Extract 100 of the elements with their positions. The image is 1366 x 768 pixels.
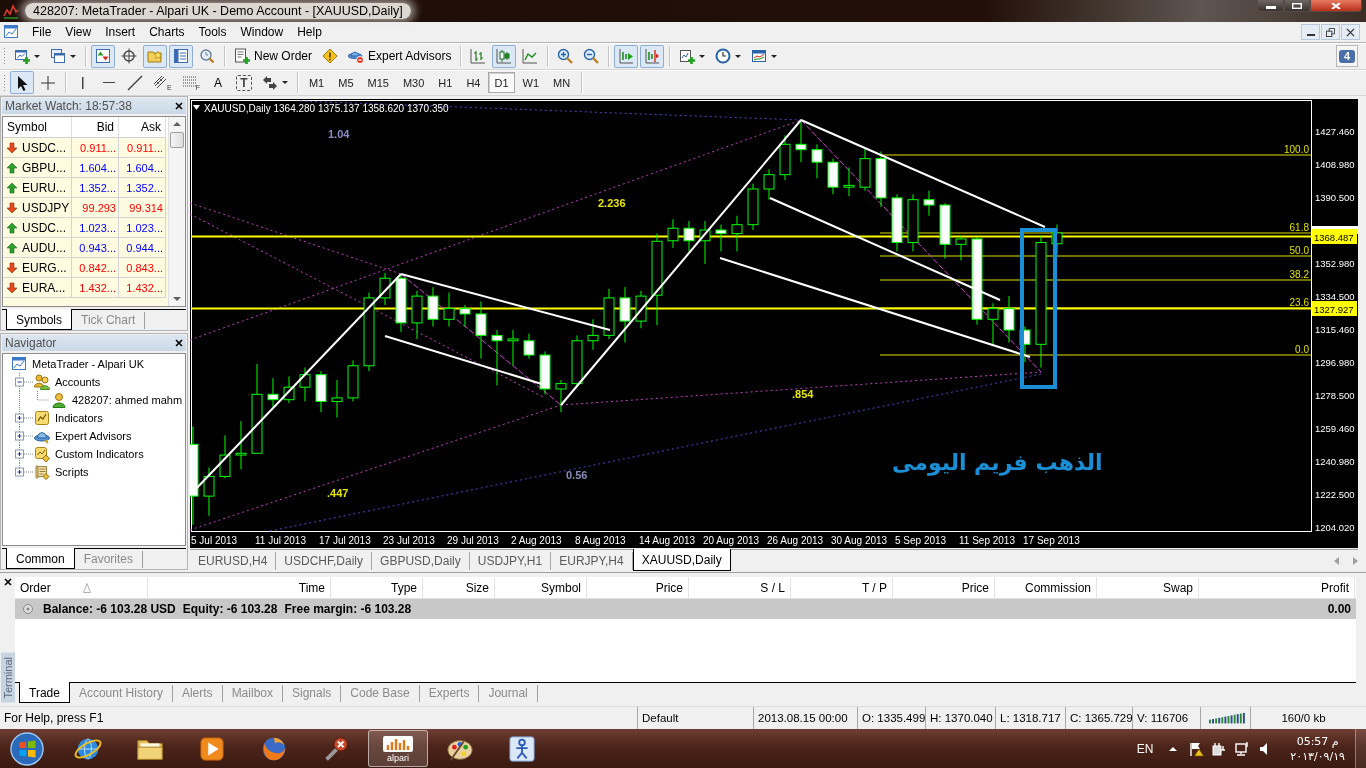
dropdown-triangle-icon[interactable]: [193, 105, 200, 110]
flag-warning-icon[interactable]: [1188, 740, 1205, 757]
timeframe-button[interactable]: M15: [361, 72, 395, 93]
tab[interactable]: Symbols: [6, 309, 72, 330]
balance-row[interactable]: Balance: -6 103.28 USD Equity: -6 103.28 Free margin: -6 103.28 0.00: [15, 599, 1356, 619]
maximize-button[interactable]: [1284, 0, 1310, 12]
timeframe-button[interactable]: M1: [302, 72, 331, 93]
chart-window-icon[interactable]: [3, 24, 19, 40]
market-watch-button[interactable]: [91, 44, 115, 68]
timeframe-button[interactable]: M5: [332, 72, 360, 93]
quote-row[interactable]: GBPU... 1.604... 1.604...: [3, 158, 168, 178]
timeframe-button[interactable]: H4: [460, 72, 487, 93]
candlestick-chart-icon: [496, 48, 513, 64]
chart-play-icon: [618, 48, 635, 64]
menu-item[interactable]: File: [25, 23, 59, 41]
column-header[interactable]: Price: [893, 577, 995, 598]
close-window-button[interactable]: [1310, 0, 1362, 12]
caret-up-icon[interactable]: [1169, 746, 1178, 751]
column-header[interactable]: Price: [587, 577, 689, 598]
fibonacci-level-label: 23.6: [1289, 297, 1309, 308]
text-label-tool-button[interactable]: T: [235, 74, 252, 91]
tab[interactable]: Trade: [19, 682, 70, 703]
text-tool-button[interactable]: A: [205, 71, 230, 94]
plus-box-icon[interactable]: [15, 409, 33, 427]
quote-row[interactable]: EURU... 1.352... 1.352...: [3, 178, 168, 198]
quote-row[interactable]: EURG... 0.842... 0.843...: [3, 258, 168, 278]
plus-box-icon[interactable]: [15, 427, 33, 445]
tree-item[interactable]: MetaTrader - Alpari UK: [32, 358, 145, 370]
close-chart-button[interactable]: [1341, 24, 1360, 40]
quote-row[interactable]: USDC... 0.911... 0.911...: [3, 138, 168, 158]
quote-row[interactable]: AUDU... 0.943... 0.944...: [3, 238, 168, 258]
circle-icon: [23, 604, 33, 614]
chart-tab[interactable]: GBPUSD,Daily: [372, 552, 470, 570]
terminal-button[interactable]: [169, 44, 193, 68]
auto-scroll-button[interactable]: [614, 44, 639, 68]
column-header[interactable]: Size: [423, 577, 495, 598]
restore-button[interactable]: [1321, 24, 1340, 40]
close-button[interactable]: [1, 576, 14, 588]
column-header[interactable]: Commission: [995, 577, 1097, 598]
taskbar-button[interactable]: alpari: [368, 730, 428, 767]
plus-box-icon[interactable]: [15, 445, 33, 463]
quote-row[interactable]: EURA... 1.432... 1.432...: [3, 278, 168, 298]
power-plug-icon[interactable]: [1211, 740, 1228, 757]
tree-item[interactable]: Accounts: [55, 376, 101, 388]
scrollbar-thumb[interactable]: [170, 132, 184, 148]
column-header[interactable]: Order: [15, 577, 148, 598]
chart-tab[interactable]: XAUUSD,Daily: [632, 549, 731, 571]
column-header[interactable]: Swap: [1097, 577, 1199, 598]
menu-item[interactable]: View: [58, 23, 99, 41]
candle: [907, 193, 919, 252]
tree-item[interactable]: Indicators: [55, 412, 103, 424]
chart-tab[interactable]: EURUSD,H4: [190, 552, 277, 570]
chart-tab[interactable]: USDCHF,Daily: [276, 552, 373, 570]
menu-item[interactable]: Tools: [191, 23, 234, 41]
column-header[interactable]: Type: [331, 577, 423, 598]
candle: [459, 304, 471, 327]
date-axis-label: 30 Aug 2013: [831, 535, 888, 546]
chart-tab[interactable]: EURJPY,H4: [551, 552, 633, 570]
stick-figure-icon: [507, 733, 537, 764]
minimize-button[interactable]: [1257, 0, 1284, 12]
show-desktop-button[interactable]: [1355, 729, 1366, 768]
language-indicator[interactable]: EN: [1136, 741, 1154, 756]
chart-tab[interactable]: USDJPY,H1: [469, 552, 552, 570]
vertical-scrollbar[interactable]: [168, 117, 185, 306]
tree-item[interactable]: Custom Indicators: [55, 448, 144, 460]
column-header[interactable]: T / P: [791, 577, 893, 598]
column-header[interactable]: Symbol: [495, 577, 587, 598]
menu-item[interactable]: Help: [290, 23, 329, 41]
candlestick-button[interactable]: [492, 44, 517, 68]
menu-item[interactable]: Window: [233, 23, 291, 41]
quote-row[interactable]: USDC... 1.023... 1.023...: [3, 218, 168, 238]
timeframe-button[interactable]: MN: [547, 72, 577, 93]
timeframe-button[interactable]: M30: [396, 72, 431, 93]
column-header[interactable]: S / L: [689, 577, 791, 598]
expert-advisors-button[interactable]: Expert Advisors: [344, 44, 456, 68]
candle: [331, 379, 343, 419]
clock-button[interactable]: 05:57 م ٢٠١٣/٠٩/١٩: [1288, 733, 1347, 764]
tree-item[interactable]: Scripts: [55, 466, 89, 478]
timeframe-button[interactable]: D1: [488, 72, 515, 93]
date-axis-label: 29 Jul 2013: [447, 535, 499, 546]
tree-item[interactable]: Expert Advisors: [55, 430, 132, 442]
scroll-up-icon[interactable]: [173, 122, 181, 126]
menu-item[interactable]: Insert: [98, 23, 143, 41]
column-header[interactable]: Profit: [1199, 577, 1355, 598]
profit-value: 0.00: [1327, 602, 1351, 616]
minus-box-icon[interactable]: [15, 373, 33, 391]
cursor-tool-button[interactable]: [10, 71, 34, 94]
chart-shift-button[interactable]: [640, 44, 665, 68]
new-order-button[interactable]: New Order: [230, 44, 316, 68]
chart-window-icon: [751, 48, 768, 64]
quote-row[interactable]: USDJPY 99.293 99.314: [3, 198, 168, 218]
scroll-down-icon[interactable]: [173, 297, 181, 301]
network-monitor-icon[interactable]: [1234, 740, 1251, 757]
tree-item[interactable]: 428207: ahmed mahm: [72, 394, 183, 406]
timeframe-button[interactable]: H1: [432, 72, 459, 93]
tab[interactable]: Common: [6, 548, 75, 569]
timeframe-button[interactable]: W1: [516, 72, 545, 93]
menu-item[interactable]: Charts: [142, 23, 192, 41]
symbol-name: USDJPY: [22, 200, 70, 215]
column-header[interactable]: Time: [148, 577, 331, 598]
